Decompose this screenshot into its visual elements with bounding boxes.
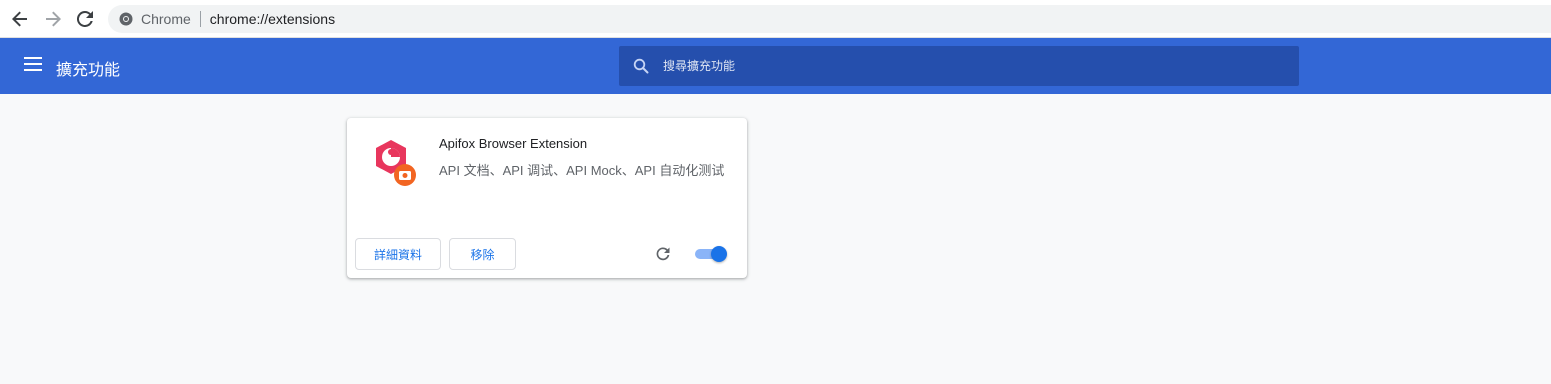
extension-card: Apifox Browser Extension API 文档、API 调试、A… <box>347 118 747 278</box>
extension-description: API 文档、API 调试、API Mock、API 自动化测试 <box>439 163 725 178</box>
search-icon <box>633 58 649 74</box>
toggle-knob <box>711 246 727 262</box>
extensions-header: 擴充功能 <box>0 38 1551 94</box>
omnibox-separator <box>199 11 201 27</box>
page-title: 擴充功能 <box>56 62 121 79</box>
omnibox[interactable]: Chrome chrome://extensions <box>108 5 1551 33</box>
apifox-logo-icon <box>376 140 416 186</box>
forward-arrow-icon[interactable] <box>42 8 64 30</box>
back-arrow-icon[interactable] <box>9 8 31 30</box>
details-button[interactable]: 詳細資料 <box>355 238 441 270</box>
omnibox-chip: Chrome <box>141 11 191 27</box>
reload-extension-icon[interactable] <box>653 244 673 264</box>
search-input[interactable] <box>663 46 1283 86</box>
reload-page-icon[interactable] <box>74 8 96 30</box>
remove-button[interactable]: 移除 <box>449 238 516 270</box>
chrome-site-icon <box>119 12 133 26</box>
enable-toggle[interactable] <box>695 246 729 262</box>
extension-name: Apifox Browser Extension <box>439 136 588 151</box>
hamburger-menu-icon[interactable] <box>24 57 42 75</box>
browser-toolbar: Chrome chrome://extensions <box>0 0 1551 38</box>
search-box[interactable] <box>619 46 1299 86</box>
omnibox-url[interactable]: chrome://extensions <box>210 11 335 27</box>
